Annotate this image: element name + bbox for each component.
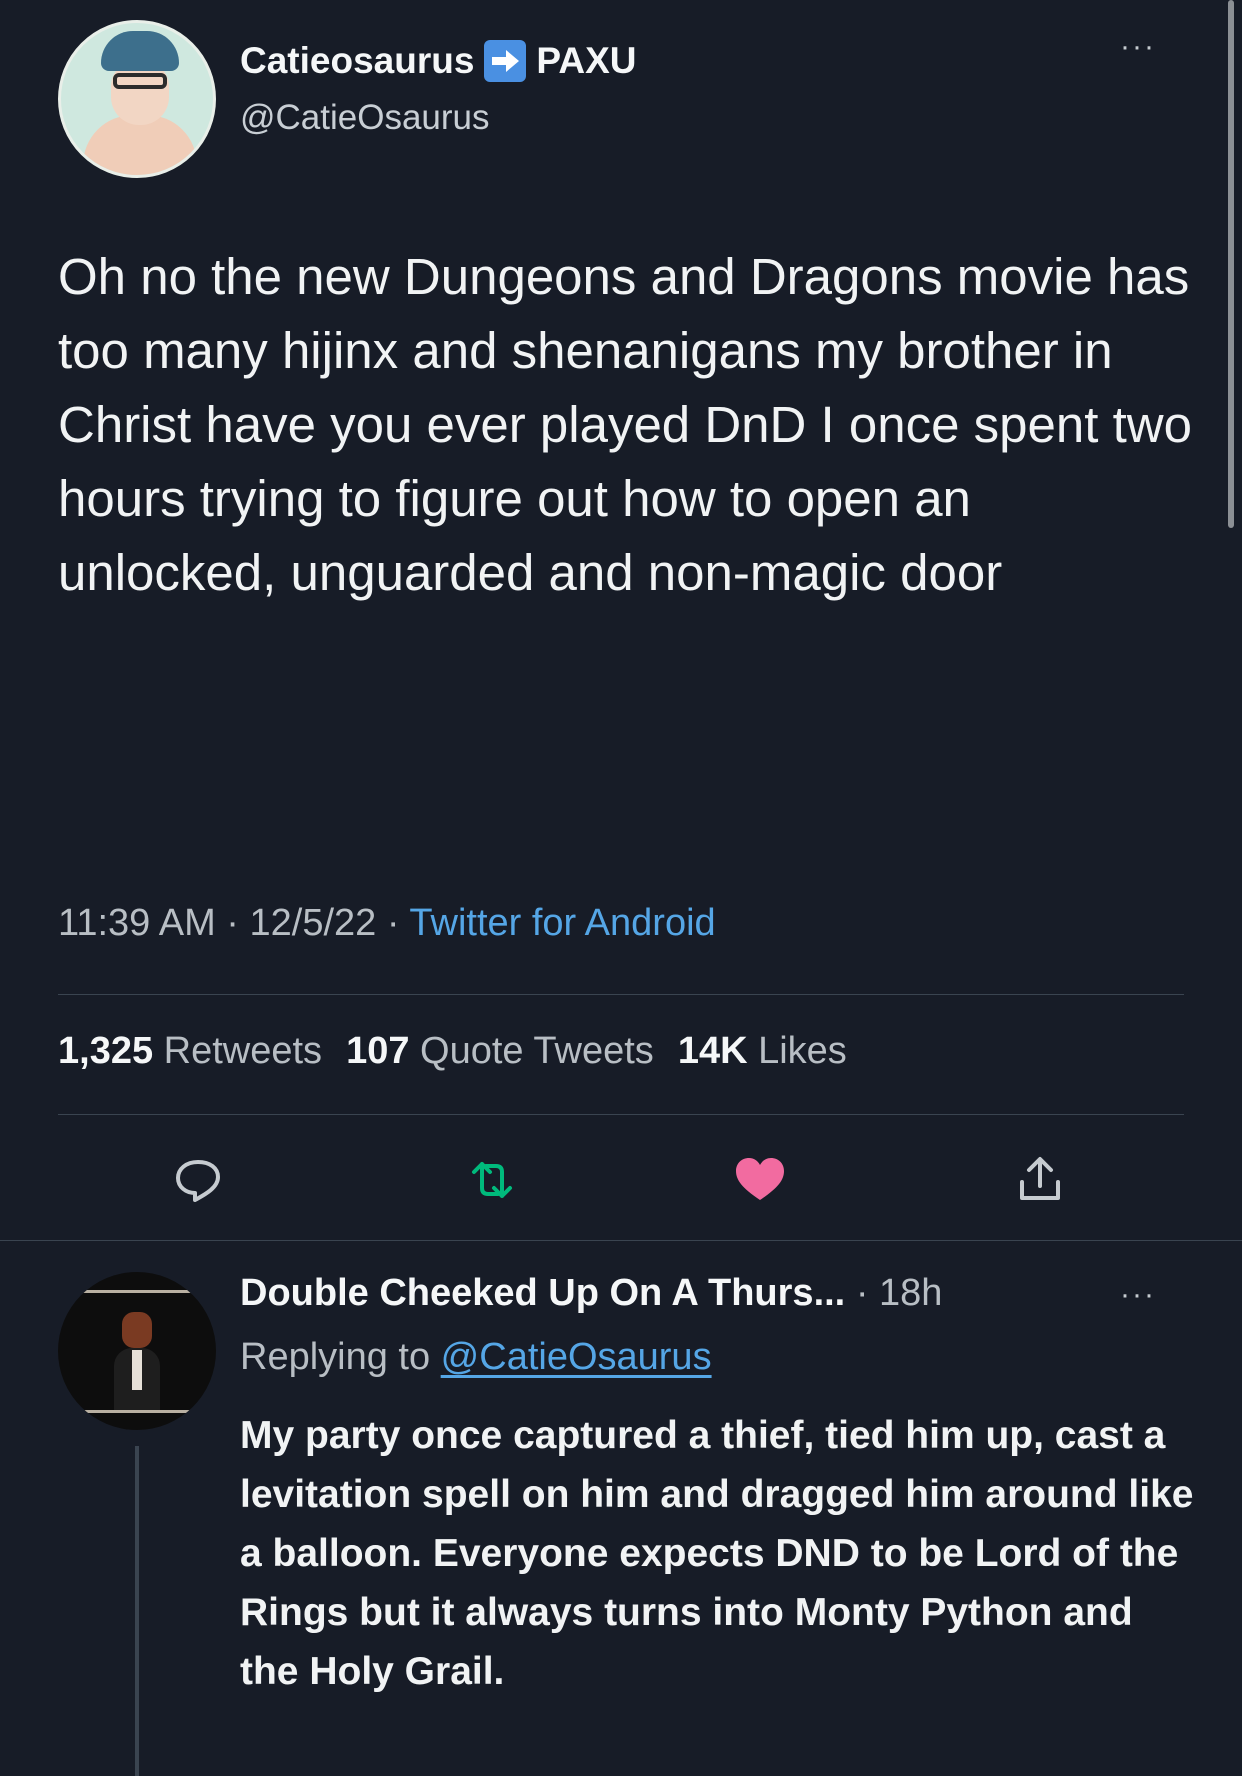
- meta-separator: ·: [215, 902, 250, 944]
- likes-count: 14K: [677, 1030, 748, 1072]
- avatar-glasses: [113, 73, 167, 89]
- reply-author[interactable]: Double Cheeked Up On A Thurs... · 18h: [240, 1272, 942, 1315]
- share-button[interactable]: [1010, 1150, 1070, 1210]
- tweet-meta: 11:39 AM · 12/5/22 · Twitter for Android: [58, 902, 716, 945]
- author-name-suffix: PAXU: [536, 40, 637, 81]
- replying-to: Replying to @CatieOsaurus: [240, 1336, 712, 1379]
- meta-separator: ·: [376, 902, 410, 944]
- tweet-source-link[interactable]: Twitter for Android: [409, 902, 715, 944]
- right-arrow-emoji-icon: [484, 40, 527, 82]
- reply-icon: [176, 1160, 220, 1202]
- author-handle[interactable]: @CatieOsaurus: [240, 98, 490, 138]
- author-display-name: Catieosaurus: [240, 40, 475, 81]
- likes-stat[interactable]: 14K Likes: [678, 1030, 847, 1072]
- avatar-figure-head: [122, 1312, 152, 1348]
- retweet-button[interactable]: [462, 1150, 522, 1210]
- thread-line: [135, 1446, 139, 1776]
- avatar-frame-line: [68, 1410, 206, 1413]
- reply-author-name: Double Cheeked Up On A Thurs...: [240, 1272, 846, 1314]
- replying-to-prefix: Replying to: [240, 1336, 441, 1378]
- more-options-icon[interactable]: ···: [1120, 30, 1156, 64]
- tweet-time[interactable]: 11:39 AM: [58, 902, 216, 944]
- reply-time: · 18h: [855, 1272, 943, 1314]
- quotes-label: Quote Tweets: [420, 1030, 654, 1072]
- likes-label: Likes: [758, 1030, 847, 1072]
- quotes-stat[interactable]: 107 Quote Tweets: [346, 1030, 654, 1072]
- retweets-label: Retweets: [163, 1030, 323, 1072]
- like-button[interactable]: [730, 1150, 790, 1210]
- replying-to-mention[interactable]: @CatieOsaurus: [441, 1336, 712, 1378]
- share-icon: [1020, 1157, 1060, 1200]
- reply-avatar[interactable]: [58, 1272, 216, 1430]
- section-divider: [0, 1240, 1242, 1241]
- tweet-date[interactable]: 12/5/22: [250, 902, 377, 944]
- retweets-count: 1,325: [58, 1030, 154, 1072]
- tweet-text: Oh no the new Dungeons and Dragons movie…: [58, 248, 1192, 601]
- avatar-frame-line: [68, 1290, 206, 1293]
- tweet-actions: [0, 1150, 1242, 1210]
- divider: [58, 1114, 1184, 1115]
- reply-text: My party once captured a thief, tied him…: [240, 1414, 1194, 1693]
- divider: [58, 994, 1184, 995]
- author-name[interactable]: Catieosaurus PAXU: [240, 40, 636, 82]
- avatar-figure-shirt: [132, 1350, 142, 1390]
- retweet-icon: [472, 1162, 512, 1198]
- scrollbar[interactable]: [1228, 0, 1234, 528]
- avatar[interactable]: [58, 20, 216, 178]
- retweets-stat[interactable]: 1,325 Retweets: [58, 1030, 322, 1072]
- quotes-count: 107: [346, 1030, 410, 1072]
- avatar-hair: [101, 31, 179, 71]
- reply-button[interactable]: [168, 1150, 228, 1210]
- reply-more-options-icon[interactable]: ···: [1120, 1278, 1156, 1312]
- heart-icon: [736, 1158, 784, 1200]
- tweet-stats: 1,325 Retweets 107 Quote Tweets 14K Likes: [58, 1030, 847, 1073]
- tweet-header: Catieosaurus PAXU @CatieOsaurus: [58, 20, 1178, 180]
